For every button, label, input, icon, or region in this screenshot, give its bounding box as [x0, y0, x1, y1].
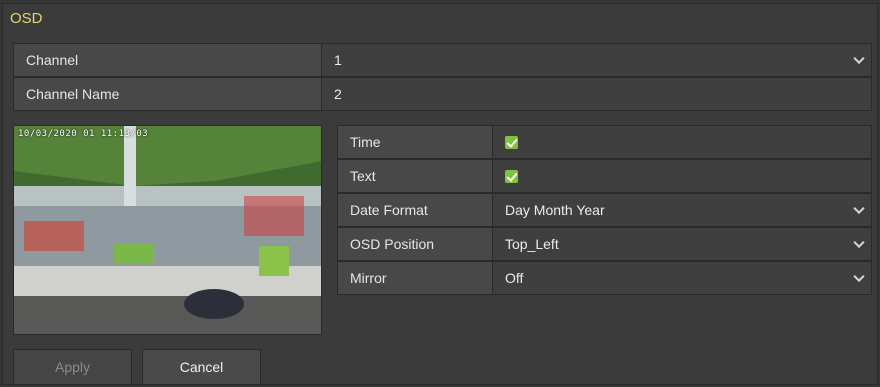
mirror-select[interactable]: Off	[493, 261, 872, 295]
channel-name-label: Channel Name	[13, 77, 322, 111]
mirror-value: Off	[505, 270, 524, 286]
date-format-value: Day Month Year	[505, 202, 605, 218]
osd-position-select[interactable]: Top_Left	[493, 227, 872, 261]
channel-name-value: 2	[334, 86, 342, 102]
channel-label: Channel	[13, 43, 322, 77]
channel-row: Channel 1	[13, 43, 872, 77]
chevron-down-icon	[853, 270, 865, 283]
osd-position-label: OSD Position	[337, 227, 493, 261]
preview-image	[14, 126, 321, 334]
time-label: Time	[337, 125, 493, 159]
date-format-select[interactable]: Day Month Year	[493, 193, 872, 227]
chevron-down-icon	[853, 236, 865, 249]
channel-value: 1	[334, 52, 342, 68]
time-row: Time	[337, 125, 872, 159]
osd-position-value: Top_Left	[505, 236, 559, 252]
chevron-down-icon	[853, 202, 865, 215]
date-format-label: Date Format	[337, 193, 493, 227]
channel-select[interactable]: 1	[322, 43, 872, 77]
camera-preview: 10/03/2020 01 11:13/03	[13, 125, 322, 335]
date-format-row: Date Format Day Month Year	[337, 193, 872, 227]
osd-timestamp: 10/03/2020 01 11:13/03	[18, 129, 149, 139]
page-title: OSD	[10, 10, 43, 27]
text-checkbox[interactable]	[505, 169, 518, 183]
time-cell	[493, 125, 872, 159]
apply-button[interactable]: Apply	[13, 349, 132, 385]
mirror-label: Mirror	[337, 261, 493, 295]
cancel-button[interactable]: Cancel	[142, 349, 261, 385]
channel-name-row: Channel Name 2	[13, 77, 872, 111]
time-checkbox[interactable]	[505, 135, 518, 149]
osd-position-row: OSD Position Top_Left	[337, 227, 872, 261]
text-label: Text	[337, 159, 493, 193]
text-cell	[493, 159, 872, 193]
mirror-row: Mirror Off	[337, 261, 872, 295]
chevron-down-icon	[853, 52, 865, 65]
channel-name-field[interactable]: 2	[322, 77, 872, 111]
text-row: Text	[337, 159, 872, 193]
